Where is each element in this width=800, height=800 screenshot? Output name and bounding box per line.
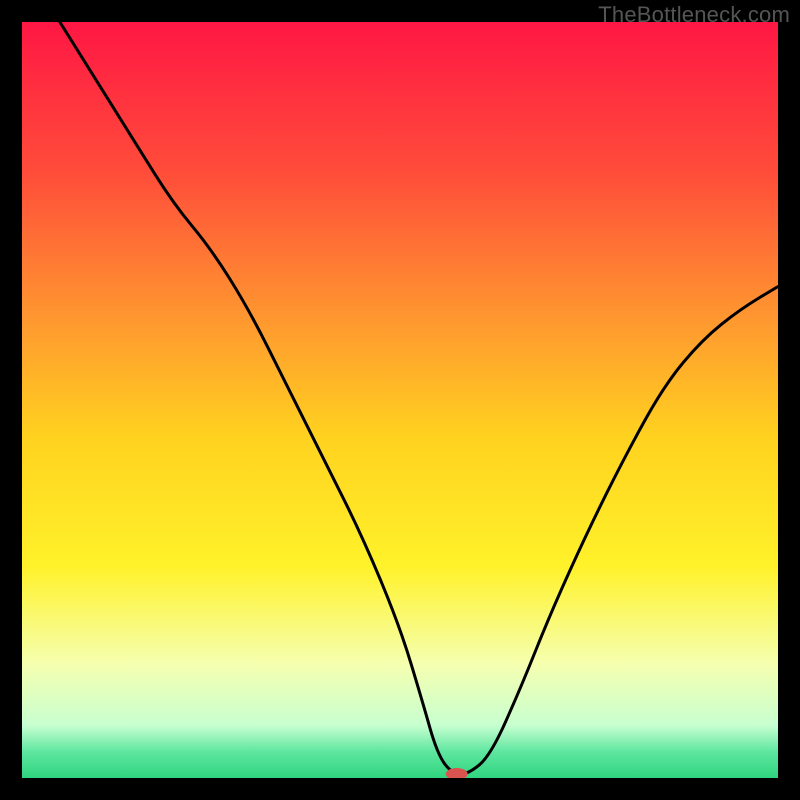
chart-frame: TheBottleneck.com (0, 0, 800, 800)
plot-svg (22, 22, 778, 778)
gradient-background (22, 22, 778, 778)
plot-area (22, 22, 778, 778)
